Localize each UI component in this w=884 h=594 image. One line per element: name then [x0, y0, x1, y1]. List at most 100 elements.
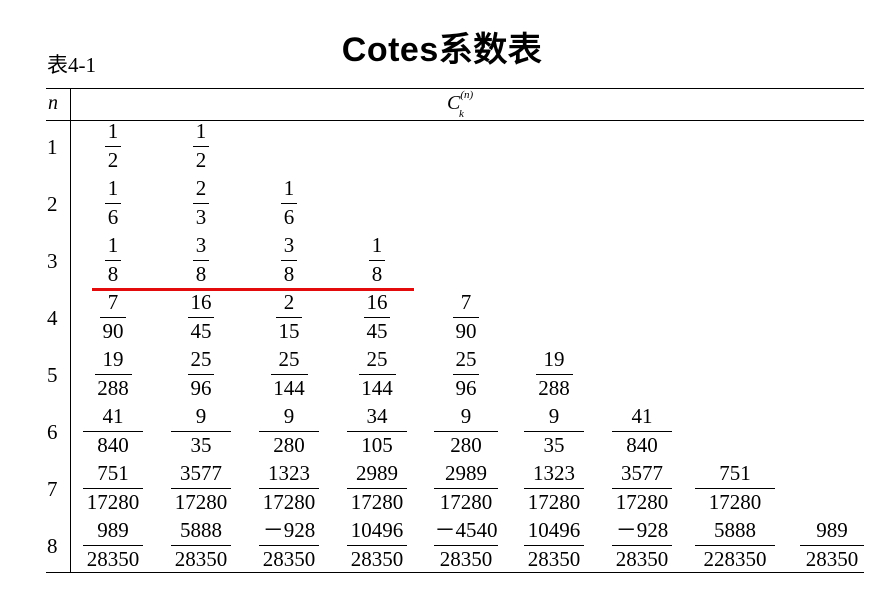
cotes-fraction: 16 45	[332, 289, 422, 345]
cotes-fraction: 2 15	[244, 289, 334, 345]
fraction-denominator: 840	[626, 433, 658, 457]
fraction-bar	[171, 488, 231, 489]
fraction-denominator: 8	[107, 262, 119, 286]
fraction-denominator: 280	[273, 433, 305, 457]
fraction-numerator: 25	[278, 347, 300, 371]
fraction-numerator: 9	[195, 404, 207, 428]
cotes-fraction: 38	[156, 232, 246, 288]
cotes-fraction: 19 288	[509, 346, 599, 402]
fraction-denominator: 96	[190, 376, 212, 400]
fraction-bar	[83, 431, 143, 432]
fraction-denominator: 28350	[174, 547, 228, 571]
cotes-fraction: 10496 28350	[332, 517, 422, 573]
fraction-numerator: 3	[283, 233, 295, 257]
row-n-label: 5	[47, 363, 58, 387]
cotes-fraction: 16 45	[156, 289, 246, 345]
cotes-fraction: 9 280	[244, 403, 334, 459]
fraction-denominator: 6	[107, 205, 119, 229]
fraction-bar	[193, 203, 209, 204]
fraction-denominator: 17280	[439, 490, 493, 514]
fraction-denominator: 96	[455, 376, 477, 400]
fraction-denominator: 17280	[615, 490, 669, 514]
fraction-numerator: 5888	[714, 518, 756, 542]
fraction-bar	[94, 374, 132, 375]
fraction-bar	[612, 431, 672, 432]
fraction-denominator: 8	[371, 262, 383, 286]
fraction-numerator: 41	[102, 404, 124, 428]
fraction-bar	[105, 260, 121, 261]
fraction-bar	[524, 545, 584, 546]
red-underline-annotation	[92, 288, 414, 291]
fraction-numerator: 9	[283, 404, 295, 428]
fraction-numerator: 34	[366, 404, 388, 428]
fraction-bar	[434, 431, 498, 432]
table-row: 7 751 17280 3577 17280 1323 17280 2989 17280 2989…	[0, 460, 884, 516]
fraction-denominator: 17280	[174, 490, 228, 514]
header-coef-sup: (n)	[460, 89, 474, 102]
table-row: 2162316	[0, 175, 884, 231]
fraction-bar	[259, 431, 319, 432]
header-n: n	[48, 92, 58, 114]
fraction-numerator: 1	[371, 233, 383, 257]
fraction-numerator: 10496	[350, 518, 404, 542]
fraction-bar	[171, 431, 231, 432]
fraction-numerator: 751	[97, 461, 129, 485]
cotes-fraction: 41 840	[68, 403, 158, 459]
fraction-denominator: 840	[97, 433, 129, 457]
fraction-denominator: 28350	[86, 547, 140, 571]
fraction-bar	[83, 545, 143, 546]
fraction-denominator: 144	[361, 376, 393, 400]
table-row: 318383818	[0, 232, 884, 288]
cotes-fraction: 3577 17280	[597, 460, 687, 516]
table-row: 8 989 28350 5888 28350 －928 28350 10496 28350 －45…	[0, 517, 884, 573]
fraction-numerator: 989	[97, 518, 129, 542]
cotes-fraction: 2989 17280	[332, 460, 422, 516]
cotes-fraction: 2989 17280	[421, 460, 511, 516]
fraction-denominator: 17280	[86, 490, 140, 514]
row-n-label: 2	[47, 192, 58, 216]
fraction-numerator: 1	[195, 119, 207, 143]
fraction-denominator: 288	[538, 376, 570, 400]
cotes-fraction: 23	[156, 175, 246, 231]
cotes-fraction: 25 96	[421, 346, 511, 402]
cotes-fraction: 16	[244, 175, 334, 231]
cotes-fraction: 34 105	[332, 403, 422, 459]
cotes-fraction: 751 17280	[690, 460, 780, 516]
fraction-denominator: 280	[450, 433, 482, 457]
fraction-bar	[453, 374, 479, 375]
fraction-bar	[281, 203, 297, 204]
fraction-bar	[800, 545, 864, 546]
cotes-fraction: 751 17280	[68, 460, 158, 516]
fraction-bar	[259, 488, 319, 489]
fraction-bar	[524, 488, 584, 489]
fraction-numerator: 751	[719, 461, 751, 485]
fraction-denominator: 45	[190, 319, 212, 343]
fraction-numerator: 9	[548, 404, 560, 428]
cotes-fraction: 5888 228350	[690, 517, 780, 573]
fraction-numerator: 19	[102, 347, 124, 371]
fraction-denominator: 35	[190, 433, 212, 457]
fraction-denominator: 28350	[262, 547, 316, 571]
table-row: 6 41 840 9 35 9 280 34 105 9 280 9 35 41 840	[0, 403, 884, 459]
cotes-fraction: 19 288	[68, 346, 158, 402]
fraction-denominator: 17280	[708, 490, 762, 514]
fraction-denominator: 28350	[805, 547, 859, 571]
fraction-bar	[347, 488, 407, 489]
fraction-bar	[434, 545, 498, 546]
row-n-label: 8	[47, 534, 58, 558]
fraction-denominator: 28350	[527, 547, 581, 571]
cotes-fraction: －4540 28350	[421, 517, 511, 573]
fraction-denominator: 3	[195, 205, 207, 229]
fraction-numerator: 16	[190, 290, 212, 314]
fraction-bar	[193, 260, 209, 261]
fraction-numerator: 2989	[445, 461, 487, 485]
cotes-fraction: 9 280	[421, 403, 511, 459]
cotes-fraction: 25 144	[244, 346, 334, 402]
fraction-numerator: 1	[107, 176, 119, 200]
cotes-fraction: 10496 28350	[509, 517, 599, 573]
fraction-bar	[364, 317, 390, 318]
table-label: 表4-1	[47, 53, 96, 77]
fraction-numerator: 7	[460, 290, 472, 314]
fraction-numerator: 19	[543, 347, 565, 371]
fraction-bar	[695, 545, 775, 546]
